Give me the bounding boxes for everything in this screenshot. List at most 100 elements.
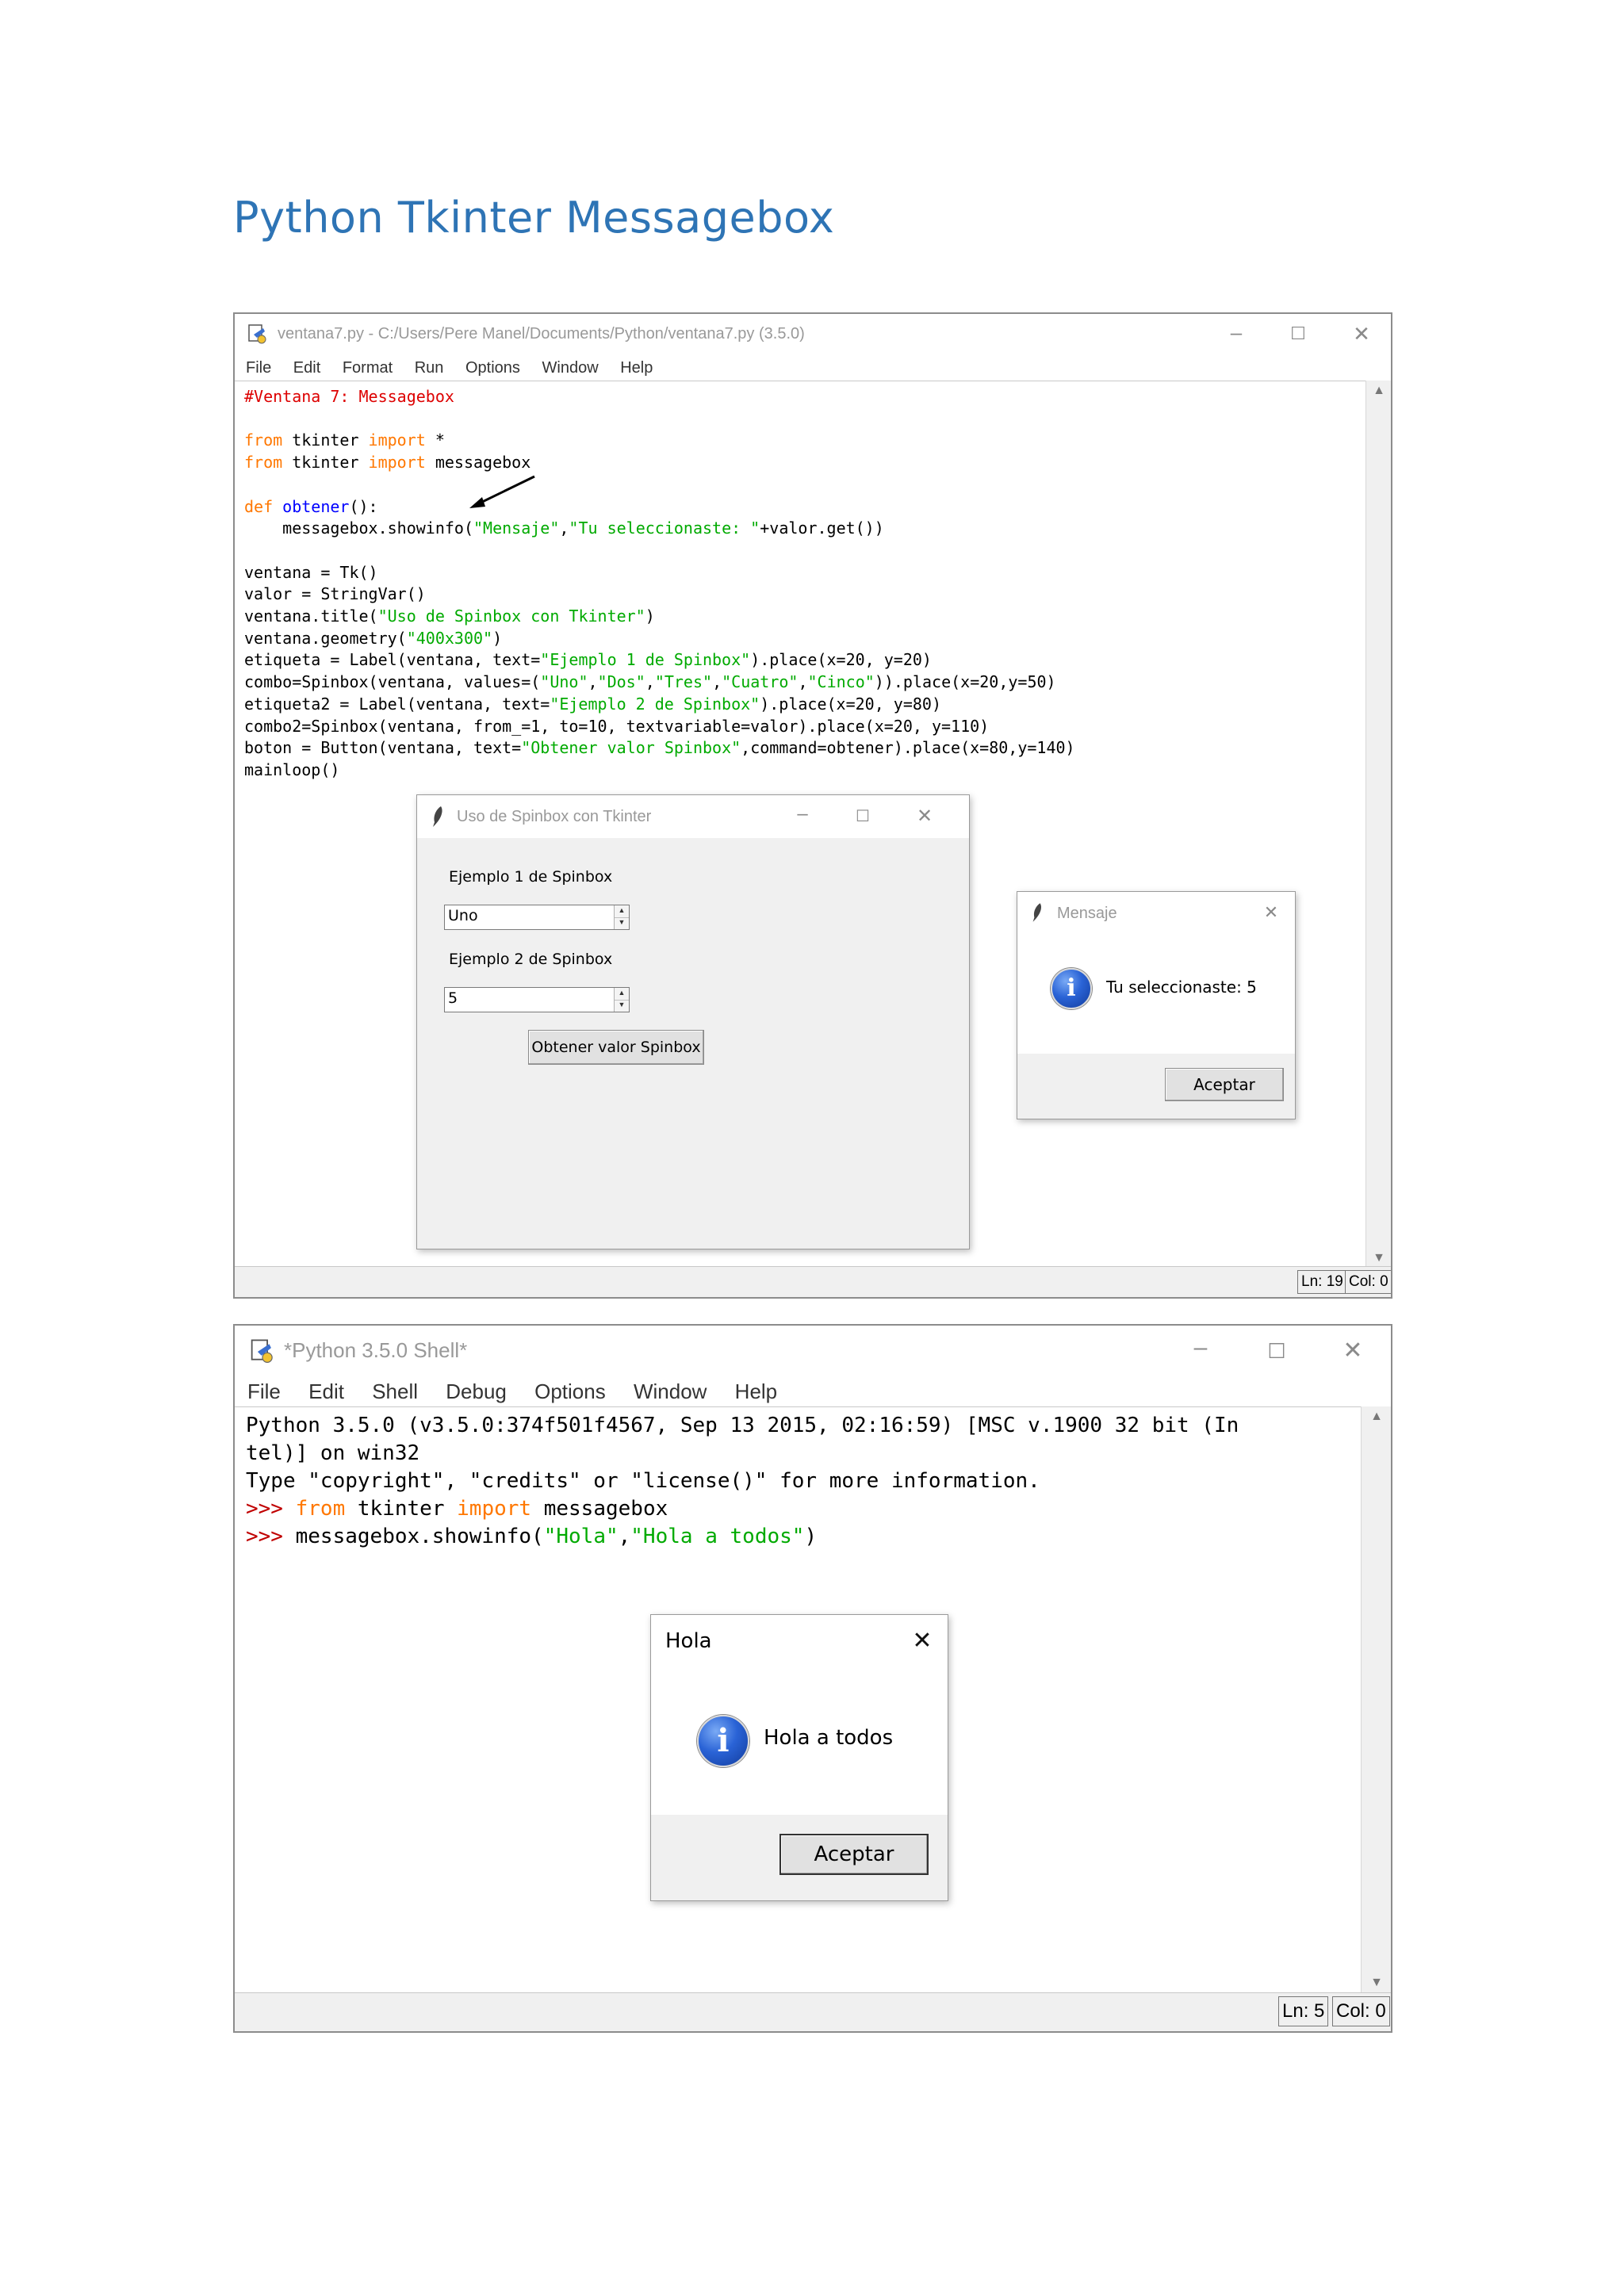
menu-file[interactable]: File (247, 1376, 281, 1406)
menu-options[interactable]: Options (534, 1376, 606, 1406)
editor-statusbar: Ln: 19 Col: 0 (235, 1266, 1391, 1297)
code-text-segment: ) (804, 1525, 818, 1548)
code-text-segment: )).place(x=20,y=50) (874, 672, 1056, 692)
code-text-segment: messagebox (531, 1497, 668, 1521)
code-string: "Hola a todos" (630, 1525, 805, 1548)
code-text-segment: , (559, 519, 569, 538)
aceptar-button[interactable]: Aceptar (1165, 1068, 1284, 1101)
spin-down-arrow-icon[interactable]: ▼ (615, 917, 629, 929)
status-column: Col: 0 (1332, 1996, 1390, 2026)
code-keyword: from (244, 430, 283, 450)
spin-up-arrow-icon[interactable]: ▲ (615, 905, 629, 918)
menu-shell[interactable]: Shell (372, 1376, 418, 1406)
spinbox-label-1: Ejemplo 1 de Spinbox (449, 868, 613, 886)
minimize-icon[interactable]: – (1178, 1326, 1223, 1376)
mensaje-dialog-titlebar[interactable]: Mensaje ✕ (1017, 892, 1295, 933)
code-string: "Obtener valor Spinbox" (521, 738, 741, 758)
menu-help[interactable]: Help (620, 355, 653, 381)
close-icon[interactable]: ✕ (1343, 314, 1380, 355)
spinbox-2[interactable]: 5 ▲ ▼ (444, 987, 630, 1012)
menu-format[interactable]: Format (343, 355, 393, 381)
code-string: "Dos" (597, 672, 645, 692)
shell-window: *Python 3.5.0 Shell* – ☐ ✕ File Edit She… (233, 1324, 1392, 2033)
shell-line: Type "copyright", "credits" or "license(… (246, 1469, 1040, 1493)
code-keyword: def (244, 496, 274, 516)
hola-dialog-titlebar[interactable]: Hola ✕ (651, 1615, 948, 1667)
code-keyword: import (368, 430, 426, 450)
code-text-segment: ) (492, 628, 503, 648)
hola-dialog-body: i Hola a todos (651, 1667, 948, 1815)
code-text-segment: * (425, 430, 445, 450)
tk-feather-icon (1032, 903, 1042, 922)
code-text-segment: ).place(x=20, y=80) (760, 694, 941, 714)
status-column: Col: 0 (1345, 1270, 1391, 1294)
code-text-segment: messagebox (425, 453, 531, 473)
code-def-name: obtener (282, 496, 350, 516)
maximize-icon[interactable]: ☐ (847, 795, 879, 838)
code-string: "Uno" (540, 672, 588, 692)
mensaje-dialog-title: Mensaje (1057, 905, 1117, 922)
spinbox-label-2: Ejemplo 2 de Spinbox (449, 951, 613, 968)
code-text-segment: etiqueta2 = Label(ventana, text= (244, 694, 550, 714)
close-icon[interactable]: ✕ (1331, 1326, 1375, 1376)
idle-app-icon (247, 323, 268, 346)
status-line: Ln: 5 (1278, 1996, 1329, 2026)
shell-titlebar[interactable]: *Python 3.5.0 Shell* – ☐ ✕ (235, 1326, 1391, 1376)
spinbox-2-value: 5 (448, 989, 458, 1007)
code-line: valor = StringVar() (244, 584, 426, 604)
code-text-segment: ventana.geometry( (244, 628, 407, 648)
code-string: "Ejemplo 1 de Spinbox" (540, 650, 751, 670)
menu-window[interactable]: Window (634, 1376, 707, 1406)
close-icon[interactable]: ✕ (1255, 892, 1287, 933)
code-text-segment: ) (645, 607, 655, 626)
spinbox-1[interactable]: Uno ▲ ▼ (444, 905, 630, 930)
menu-file[interactable]: File (246, 355, 271, 381)
menu-help[interactable]: Help (735, 1376, 777, 1406)
maximize-icon[interactable]: ☐ (1254, 1326, 1299, 1376)
shell-statusbar: Ln: 5 Col: 0 (235, 1992, 1391, 2031)
menu-debug[interactable]: Debug (446, 1376, 507, 1406)
shell-scrollbar[interactable]: ▲ ▼ (1361, 1406, 1391, 1993)
code-comment: #Ventana 7: Messagebox (244, 387, 454, 406)
mensaje-dialog-message: Tu seleccionaste: 5 (1106, 978, 1257, 997)
scroll-up-icon[interactable]: ▲ (1362, 1406, 1391, 1427)
code-text-segment: messagebox.showinfo( (295, 1525, 544, 1548)
aceptar-button[interactable]: Aceptar (779, 1834, 929, 1875)
menu-run[interactable]: Run (415, 355, 444, 381)
editor-scrollbar[interactable]: ▲ ▼ (1365, 381, 1391, 1269)
code-string: "400x300" (406, 628, 493, 648)
menu-options[interactable]: Options (465, 355, 520, 381)
shell-prompt: >>> (246, 1525, 296, 1548)
tk-feather-icon (433, 806, 442, 827)
obtener-valor-spinbox-button[interactable]: Obtener valor Spinbox (528, 1030, 704, 1065)
code-keyword: import (457, 1497, 532, 1521)
menu-edit[interactable]: Edit (293, 355, 320, 381)
spinbox-2-buttons[interactable]: ▲ ▼ (614, 988, 629, 1012)
minimize-icon[interactable]: – (787, 795, 818, 838)
info-icon: i (697, 1715, 749, 1767)
code-line: combo2=Spinbox(ventana, from_=1, to=10, … (244, 716, 990, 736)
shell-line: Python 3.5.0 (v3.5.0:374f501f4567, Sep 1… (246, 1414, 1239, 1437)
code-text: #Ventana 7: Messagebox from tkinter impo… (244, 387, 1075, 779)
spinbox-app-title: Uso de Spinbox con Tkinter (457, 808, 652, 825)
shell-prompt: >>> (246, 1497, 296, 1521)
close-icon[interactable]: ✕ (903, 1615, 941, 1667)
spin-up-arrow-icon[interactable]: ▲ (615, 988, 629, 1001)
maximize-icon[interactable]: ☐ (1280, 314, 1316, 355)
scroll-up-icon[interactable]: ▲ (1366, 381, 1391, 401)
scroll-down-icon[interactable]: ▼ (1362, 1973, 1391, 1993)
shell-line: tel)] on win32 (246, 1441, 420, 1465)
hola-dialog: Hola ✕ i Hola a todos Aceptar (650, 1614, 948, 1901)
code-string: "Uso de Spinbox con Tkinter" (377, 607, 645, 626)
spin-down-arrow-icon[interactable]: ▼ (615, 1000, 629, 1012)
menu-edit[interactable]: Edit (308, 1376, 344, 1406)
spinbox-app-window: Uso de Spinbox con Tkinter – ☐ ✕ Ejemplo… (416, 794, 970, 1249)
editor-titlebar[interactable]: ventana7.py - C:/Users/Pere Manel/Docume… (235, 314, 1391, 355)
minimize-icon[interactable]: – (1218, 314, 1254, 355)
close-icon[interactable]: ✕ (909, 795, 940, 838)
code-string: "Tu seleccionaste: " (569, 519, 760, 538)
spinbox-1-buttons[interactable]: ▲ ▼ (614, 905, 629, 929)
menu-window[interactable]: Window (542, 355, 599, 381)
spinbox-app-titlebar[interactable]: Uso de Spinbox con Tkinter – ☐ ✕ (417, 795, 969, 838)
hola-dialog-message: Hola a todos (764, 1726, 894, 1750)
